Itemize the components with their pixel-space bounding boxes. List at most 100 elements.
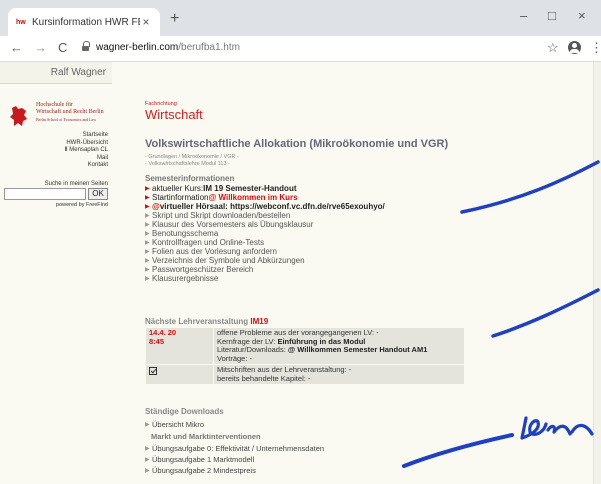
web-page: Ralf Wagner Hochschule für Wirtschaft un… bbox=[0, 62, 601, 484]
sidebar-link-mensaplan[interactable]: ǁ Mensaplan CL bbox=[0, 147, 108, 155]
sidebar-links: Startseite HWR-Übersicht ǁ Mensaplan CL … bbox=[0, 132, 108, 170]
reload-icon[interactable]: C bbox=[58, 40, 67, 55]
breadcrumb-1: - Grundlagen / Mikroökonomie / VGR - bbox=[145, 154, 239, 160]
download-item-label: Übungsaufgabe 2 Mindestpreis bbox=[152, 466, 256, 475]
sidebar-link-mail[interactable]: Mail bbox=[0, 155, 108, 163]
fachrichtung-title: Wirtschaft bbox=[145, 107, 203, 122]
tab-strip: hw Kursinformation HWR FB 2 × + – □ × bbox=[0, 0, 601, 36]
semester-item-label: Klausur des Vorsemesters als Übungsklaus… bbox=[152, 220, 314, 229]
semester-item-label: Passwortgeschützer Bereich bbox=[152, 265, 254, 274]
sidebar-link-kontakt[interactable]: Kontakt bbox=[0, 162, 108, 170]
semester-item[interactable]: ▶ Startinformation @ Willkommen im Kurs bbox=[145, 193, 465, 202]
semester-item[interactable]: ▶ Benotungsschema bbox=[145, 229, 465, 238]
download-item-label: Übungsaufgabe 1 Marktmodell bbox=[152, 455, 255, 464]
maximize-icon[interactable]: □ bbox=[548, 8, 556, 23]
university-logo-text: Hochschule für Wirtschaft und Recht Berl… bbox=[36, 102, 104, 123]
semester-item-label: Folien aus der Vorlesung anfordern bbox=[152, 247, 277, 256]
checkbox-icon bbox=[149, 367, 157, 375]
breadcrumb-2: - Volkswirtschaftslehre Modul 113 - bbox=[145, 161, 230, 167]
lock-icon bbox=[82, 41, 90, 53]
download-item[interactable]: ▶ Übungsaufgabe 0: Effektivität / Unterne… bbox=[145, 443, 465, 454]
next-lesson-table: 14.4. 20 8:45 offene Probleme aus der vo… bbox=[145, 327, 465, 385]
tab-title: Kursinformation HWR FB 2 bbox=[32, 16, 140, 28]
semester-list: ▶ aktueller Kurs: IM 19 Semester-Handout ▶… bbox=[145, 184, 465, 283]
lesson-row: 14.4. 20 8:45 offene Probleme aus der vo… bbox=[145, 327, 465, 365]
back-icon[interactable]: ← bbox=[10, 40, 23, 55]
semester-item-label: Verzeichnis der Symbole und Abkürzungen bbox=[152, 256, 305, 265]
bookmark-star-icon[interactable]: ☆ bbox=[547, 40, 559, 56]
page-scrollbar[interactable] bbox=[593, 62, 601, 484]
tab-close-icon[interactable]: × bbox=[140, 15, 152, 29]
semester-item[interactable]: ▶ @ virtueller Hörsaal: https://webconf.v… bbox=[145, 202, 465, 211]
lesson-time: 8:45 bbox=[149, 336, 165, 346]
lesson-literature: Literatur/Downloads: @ Willkommen Semest… bbox=[217, 345, 461, 355]
semester-item[interactable]: ▶ aktueller Kurs: IM 19 Semester-Handout bbox=[145, 184, 465, 193]
next-lesson-title: Nächste Lehrveranstaltung IM19 bbox=[145, 317, 268, 326]
download-item[interactable]: ▶ Übungsaufgabe 1 Marktmodell bbox=[145, 454, 465, 465]
semester-item-link[interactable]: @ bbox=[152, 202, 160, 211]
download-item[interactable]: ▶ Übersicht Mikro bbox=[145, 419, 465, 430]
lesson-notes-cell: Mitschriften aus der Lehrveranstaltung: … bbox=[213, 364, 465, 385]
search-ok-button[interactable]: OK bbox=[88, 188, 108, 200]
bullet-arrow-icon: ▶ bbox=[145, 213, 150, 219]
bullet-arrow-icon: ▶ bbox=[145, 267, 150, 273]
lesson-chapters: bereits behandelte Kapitel: - bbox=[217, 373, 311, 383]
menu-icon[interactable]: ⋮ bbox=[590, 40, 601, 56]
semester-item[interactable]: ▶ Kontrollfragen und Online-Tests bbox=[145, 238, 465, 247]
downloads-subheading: Markt und Marktinterventionen bbox=[151, 432, 261, 441]
downloads-section-title: Ständige Downloads bbox=[145, 407, 224, 416]
lesson-details-cell: offene Probleme aus der vorangegangenen … bbox=[213, 327, 465, 365]
new-tab-icon[interactable]: + bbox=[170, 10, 179, 28]
downloads-list: ▶ Übersicht Mikro Markt und Marktintervent… bbox=[145, 419, 465, 476]
bullet-arrow-icon: ▶ bbox=[145, 422, 150, 428]
profile-icon[interactable] bbox=[568, 41, 581, 54]
lesson-date-cell: 14.4. 20 8:45 bbox=[145, 327, 214, 365]
next-lesson-title-text: Nächste Lehrveranstaltung bbox=[145, 317, 251, 326]
semester-item[interactable]: ▶ Passwortgeschützer Bereich bbox=[145, 265, 465, 274]
semester-item-label: Benotungsschema bbox=[152, 229, 219, 238]
author-name: Ralf Wagner bbox=[0, 62, 112, 84]
semester-item-link[interactable]: @ Willkommen im Kurs bbox=[208, 193, 297, 202]
url-field[interactable]: wagner-berlin.com/berufba1.htm bbox=[96, 42, 240, 53]
logo-line-2: Wirtschaft und Recht Berlin bbox=[36, 109, 104, 115]
search-input[interactable] bbox=[4, 188, 86, 200]
sidebar-link-hwr[interactable]: HWR-Übersicht bbox=[0, 140, 108, 148]
bullet-arrow-icon: ▶ bbox=[145, 240, 150, 246]
semester-item-label: Skript und Skript downloaden/bestellen bbox=[152, 211, 291, 220]
semester-item[interactable]: ▶ Klausur des Vorsemesters als Übungsklau… bbox=[145, 220, 465, 229]
semester-item[interactable]: ▶ Folien aus der Vorlesung anfordern bbox=[145, 247, 465, 256]
semester-item-bold: IM 19 Semester-Handout bbox=[203, 184, 297, 193]
semester-item-label: Klausurergebnisse bbox=[152, 274, 219, 283]
lesson-notes-row: Mitschriften aus der Lehrveranstaltung: … bbox=[145, 364, 465, 385]
tab-kursinformation[interactable]: hw Kursinformation HWR FB 2 × bbox=[8, 8, 160, 36]
bullet-arrow-icon: ▶ bbox=[145, 195, 150, 201]
minimize-icon[interactable]: – bbox=[520, 8, 527, 23]
window-close-icon[interactable]: × bbox=[578, 8, 586, 23]
forward-icon[interactable]: → bbox=[34, 40, 47, 55]
site-favicon-icon: hw bbox=[16, 18, 26, 26]
bullet-arrow-icon: ▶ bbox=[145, 258, 150, 264]
bullet-arrow-icon: ▶ bbox=[145, 457, 150, 463]
bullet-arrow-icon: ▶ bbox=[145, 276, 150, 282]
url-host: wagner-berlin.com bbox=[96, 42, 179, 53]
next-lesson-course: IM19 bbox=[250, 317, 269, 326]
semester-item-bold: virtueller Hörsaal: https://webconf.vc.d… bbox=[159, 202, 385, 211]
fork-knife-icon: ǁ bbox=[64, 147, 68, 153]
lesson-literature-label: Literatur/Downloads: bbox=[217, 345, 288, 354]
semester-section-title: Semesterinformationen bbox=[145, 174, 235, 183]
sidebar-link-startseite[interactable]: Startseite bbox=[0, 132, 108, 140]
annotation-arrow-2 bbox=[491, 288, 600, 338]
bullet-arrow-icon: ▶ bbox=[145, 231, 150, 237]
semester-item[interactable]: ▶ Verzeichnis der Symbole und Abkürzungen bbox=[145, 256, 465, 265]
semester-item[interactable]: ▶ Klausurergebnisse bbox=[145, 274, 465, 283]
lesson-literature-link[interactable]: @ Willkommen Semester Handout AM1 bbox=[288, 345, 428, 354]
download-item-label: Übungsaufgabe 0: Effektivität / Unterneh… bbox=[152, 444, 325, 453]
bullet-arrow-icon: ▶ bbox=[145, 186, 150, 192]
berlin-bear-logo-icon bbox=[10, 106, 27, 126]
semester-item-label: Startinformation bbox=[152, 193, 209, 202]
semester-item[interactable]: ▶ Skript und Skript downloaden/bestellen bbox=[145, 211, 465, 220]
download-item[interactable]: ▶ Übungsaufgabe 2 Mindestpreis bbox=[145, 465, 465, 476]
bullet-arrow-icon: ▶ bbox=[145, 222, 150, 228]
semester-item-label: aktueller Kurs: bbox=[152, 184, 204, 193]
bullet-arrow-icon: ▶ bbox=[145, 204, 150, 210]
